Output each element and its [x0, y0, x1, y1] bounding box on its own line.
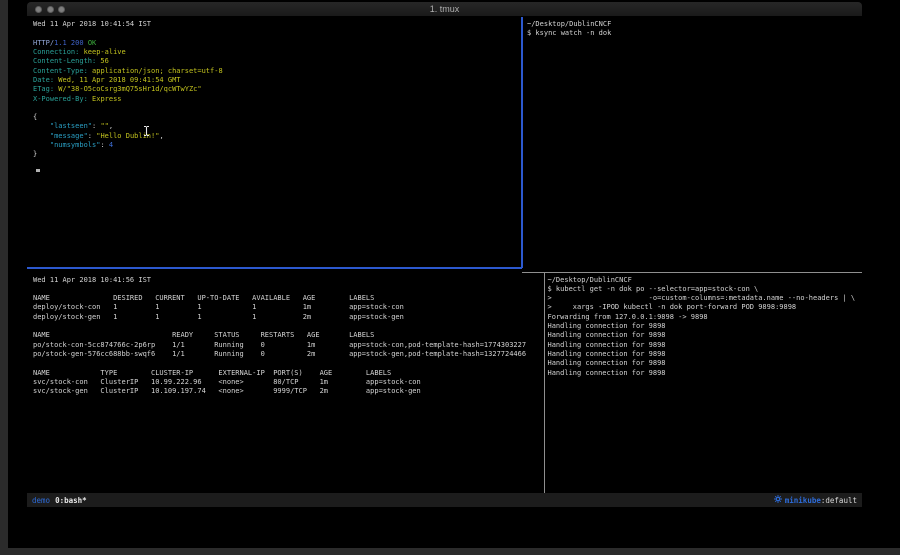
- terminal-line: ~/Desktop/DublinCNCF: [527, 20, 862, 29]
- terminal-line: > -o=custom-columns=:metadata.name --no-…: [548, 294, 863, 303]
- terminal-line: {: [33, 113, 527, 122]
- pane-kubectl-resources[interactable]: Wed 11 Apr 2018 10:41:56 IST NAME DESIRED…: [27, 269, 550, 501]
- terminal-line: [33, 285, 550, 294]
- pane-divider-horizontal-right: [522, 272, 862, 273]
- pane-divider-vertical-top: [521, 17, 523, 268]
- pane-port-forward[interactable]: ~/Desktop/DublinCNCF$ kubectl get -n dok…: [546, 269, 862, 501]
- pane-divider-vertical-bottom: [544, 272, 545, 493]
- terminal-line: ETag: W/"38-O5coCsrg3mQ75sHr1d/qcWTwYZc": [33, 85, 527, 94]
- terminal-line: Handling connection for 9898: [548, 331, 863, 340]
- desktop-edge-bottom: [0, 548, 900, 555]
- kube-namespace: :default: [821, 496, 857, 505]
- helm-wheel-icon: [774, 495, 782, 505]
- terminal-line: "lastseen": "",: [33, 122, 527, 131]
- terminal-line: ~/Desktop/DublinCNCF: [548, 276, 863, 285]
- terminal-line: "message": "Hello Dublin!",: [33, 132, 527, 141]
- terminal-line: Date: Wed, 11 Apr 2018 09:41:54 GMT: [33, 76, 527, 85]
- terminal-line: deploy/stock-con 1 1 1 1 1m app=stock-co…: [33, 303, 550, 312]
- terminal-line: svc/stock-gen ClusterIP 10.109.197.74 <n…: [33, 387, 550, 396]
- terminal-line: Content-Length: 56: [33, 57, 527, 66]
- tmux-terminal: Wed 11 Apr 2018 10:41:54 IST HTTP/1.1 200…: [27, 17, 862, 507]
- terminal-line: Content-Type: application/json; charset=…: [33, 67, 527, 76]
- session-name: demo: [32, 496, 50, 505]
- terminal-line: [33, 359, 550, 368]
- terminal-line: Handling connection for 9898: [548, 369, 863, 378]
- terminal-line: Handling connection for 9898: [548, 359, 863, 368]
- kube-context: minikube: [785, 496, 821, 505]
- mouse-ibeam-cursor-icon: [143, 121, 150, 140]
- terminal-line: $ ksync watch -n dok: [527, 29, 862, 38]
- pane-ksync-watch[interactable]: ~/Desktop/DublinCNCF$ ksync watch -n dok: [523, 17, 862, 274]
- status-right: minikube:default: [774, 495, 857, 505]
- pane-http-response[interactable]: Wed 11 Apr 2018 10:41:54 IST HTTP/1.1 200…: [27, 17, 527, 270]
- tmux-status-bar: demo 0:bash* minikube:default: [27, 493, 862, 507]
- window-title: 1. tmux: [27, 4, 862, 14]
- window-tab-bash[interactable]: 0:bash*: [55, 496, 87, 505]
- terminal-line: NAME READY STATUS RESTARTS AGE LABELS: [33, 331, 550, 340]
- terminal-line: Wed 11 Apr 2018 10:41:56 IST: [33, 276, 550, 285]
- terminal-line: Handling connection for 9898: [548, 350, 863, 359]
- terminal-line: Handling connection for 9898: [548, 341, 863, 350]
- terminal-cursor: [36, 169, 40, 172]
- terminal-line: > xargs -IPOD kubectl -n dok port-forwar…: [548, 303, 863, 312]
- terminal-line: $ kubectl get -n dok po --selector=app=s…: [548, 285, 863, 294]
- terminal-line: }: [33, 150, 527, 159]
- terminal-line: X-Powered-By: Express: [33, 95, 527, 104]
- terminal-line: Handling connection for 9898: [548, 322, 863, 331]
- terminal-line: Forwarding from 127.0.0.1:9898 -> 9898: [548, 313, 863, 322]
- desktop-edge-left: [0, 0, 8, 555]
- terminal-line: NAME TYPE CLUSTER-IP EXTERNAL-IP PORT(S)…: [33, 369, 550, 378]
- terminal-line: HTTP/1.1 200 OK: [33, 39, 527, 48]
- terminal-line: po/stock-con-5cc874766c-2p6rp 1/1 Runnin…: [33, 341, 550, 350]
- terminal-line: svc/stock-con ClusterIP 10.99.222.96 <no…: [33, 378, 550, 387]
- window-titlebar[interactable]: 1. tmux: [27, 2, 862, 17]
- terminal-line: "numsymbols": 4: [33, 141, 527, 150]
- terminal-window: 1. tmux Wed 11 Apr 2018 10:41:54 IST HTTP…: [27, 2, 862, 507]
- terminal-line: [33, 104, 527, 113]
- terminal-line: deploy/stock-gen 1 1 1 1 2m app=stock-ge…: [33, 313, 550, 322]
- terminal-line: Connection: keep-alive: [33, 48, 527, 57]
- terminal-line: [33, 322, 550, 331]
- pane-divider-horizontal-left: [27, 267, 522, 269]
- terminal-line: NAME DESIRED CURRENT UP-TO-DATE AVAILABL…: [33, 294, 550, 303]
- terminal-line: [33, 29, 527, 38]
- terminal-line: Wed 11 Apr 2018 10:41:54 IST: [33, 20, 527, 29]
- terminal-line: po/stock-gen-576cc688bb-swqf6 1/1 Runnin…: [33, 350, 550, 359]
